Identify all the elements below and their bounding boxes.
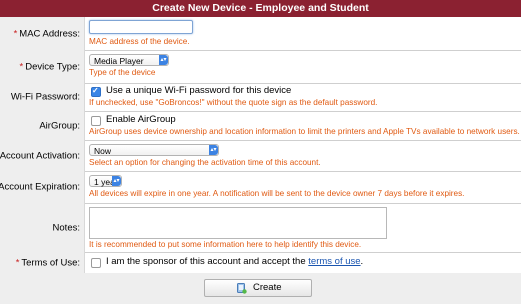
notes-row: Notes: It is recommended to put some inf… [0, 203, 521, 253]
wifi-password-row: Wi-Fi Password: Use a unique Wi-Fi passw… [0, 83, 521, 112]
account-activation-label-cell: Account Activation: [0, 140, 85, 171]
wifi-password-checkbox[interactable] [91, 86, 101, 97]
notes-label-cell: Notes: [0, 203, 85, 252]
account-activation-select[interactable]: Now ▴▾ [89, 144, 219, 156]
account-activation-value: Now [94, 146, 112, 156]
create-device-form: Create New Device - Employee and Student… [0, 0, 521, 304]
account-activation-label: Account Activation: [0, 150, 80, 161]
account-activation-row: Account Activation: Now ▴▾ Select an opt… [0, 140, 521, 172]
notes-textarea[interactable] [89, 207, 387, 239]
create-button[interactable]: Create [204, 279, 312, 297]
device-type-label-text: Device Type: [25, 61, 80, 72]
airgroup-row: AirGroup: Enable AirGroup AirGroup uses … [0, 111, 521, 141]
airgroup-help: AirGroup uses device ownership and locat… [89, 127, 520, 136]
terms-label: * Terms of Use: [16, 257, 80, 268]
notes-label: Notes: [52, 222, 80, 233]
form-title: Create New Device - Employee and Student [0, 0, 521, 17]
terms-label-cell: * Terms of Use: [0, 252, 85, 273]
mac-address-label-cell: * MAC Address: [0, 17, 85, 50]
button-bar: Create [0, 273, 521, 304]
terms-text-before: I am the sponsor of this account and acc… [106, 256, 309, 267]
device-type-label: * Device Type: [20, 61, 80, 72]
mac-address-row: * MAC Address: MAC address of the device. [0, 17, 521, 51]
required-mark: * [15, 257, 20, 268]
account-expiration-select[interactable]: 1 year ▴▾ [89, 175, 122, 187]
airgroup-label: AirGroup: [39, 120, 80, 131]
updown-arrows-icon: ▴▾ [209, 145, 218, 155]
airgroup-checkbox[interactable] [91, 116, 101, 126]
terms-text-after: . [360, 256, 364, 267]
device-type-row: * Device Type: Media Player ▴▾ Type of th… [0, 50, 521, 84]
terms-of-use-link[interactable]: terms of use [308, 256, 360, 267]
device-type-help: Type of the device [89, 68, 156, 77]
airgroup-checkbox-label: Enable AirGroup [106, 114, 176, 125]
account-expiration-label: Account Expiration: [0, 181, 80, 193]
notes-help: It is recommended to put some informatio… [89, 240, 362, 249]
account-activation-help: Select an option for changing the activa… [89, 158, 321, 167]
updown-arrows-icon: ▴▾ [159, 55, 168, 65]
account-expiration-help: All devices will expire in one year. A n… [89, 189, 465, 198]
required-mark: * [19, 61, 24, 72]
terms-text: I am the sponsor of this account and acc… [106, 256, 363, 267]
terms-row: * Terms of Use: I am the sponsor of this … [0, 252, 521, 274]
mac-address-help: MAC address of the device. [89, 37, 190, 46]
mac-address-label: * MAC Address: [14, 28, 80, 39]
device-type-value: Media Player [94, 56, 144, 66]
airgroup-label-cell: AirGroup: [0, 111, 85, 140]
device-type-label-cell: * Device Type: [0, 50, 85, 83]
device-type-select[interactable]: Media Player ▴▾ [89, 54, 169, 66]
device-icon [237, 283, 247, 294]
wifi-password-checkbox-label: Use a unique Wi-Fi password for this dev… [106, 85, 292, 96]
mac-address-label-text: MAC Address: [19, 28, 80, 39]
wifi-password-label-cell: Wi-Fi Password: [0, 83, 85, 111]
required-mark: * [13, 28, 18, 39]
wifi-password-help: If unchecked, use "GoBroncos!" without t… [89, 98, 378, 107]
mac-address-input[interactable] [89, 20, 193, 34]
account-expiration-row: Account Expiration: 1 year ▴▾ All device… [0, 171, 521, 204]
wifi-password-label: Wi-Fi Password: [10, 91, 80, 103]
updown-arrows-icon: ▴▾ [112, 176, 121, 186]
create-button-label: Create [253, 282, 282, 293]
terms-label-text: Terms of Use: [21, 257, 80, 268]
account-expiration-label-cell: Account Expiration: [0, 171, 85, 203]
terms-checkbox[interactable] [91, 258, 101, 268]
